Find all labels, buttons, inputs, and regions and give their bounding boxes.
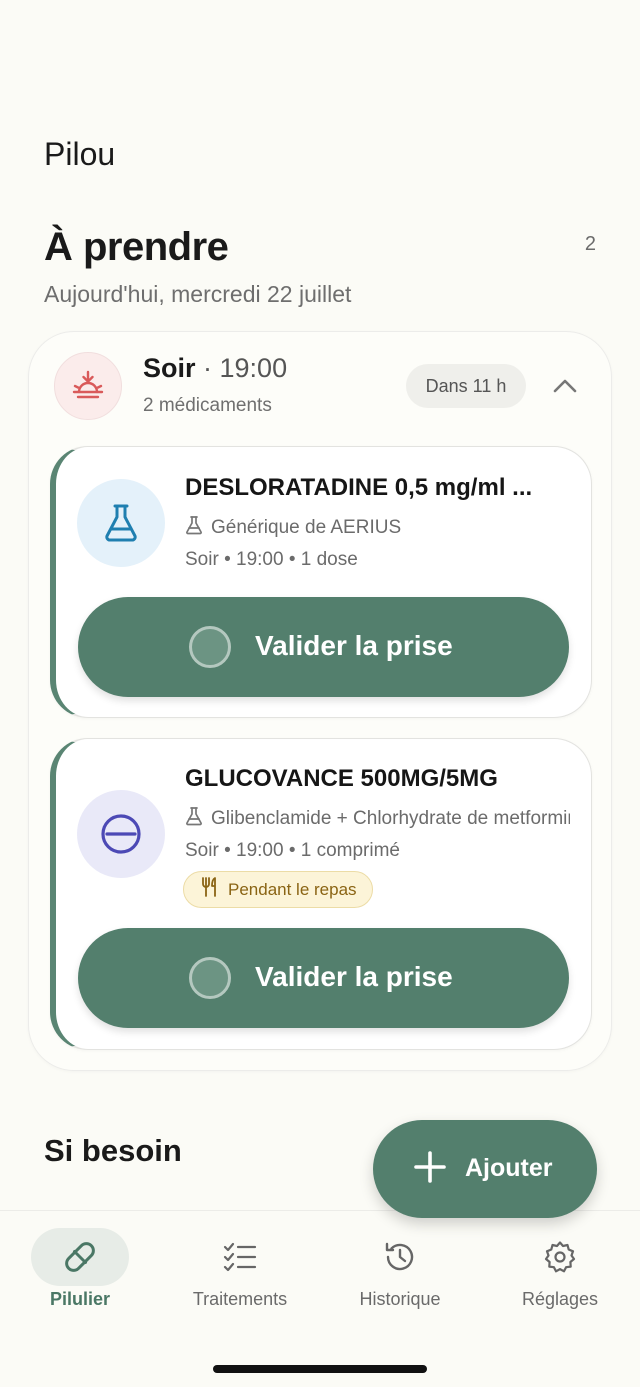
- nav-item-reglages[interactable]: Réglages: [480, 1228, 640, 1310]
- nav-label: Réglages: [521, 1289, 599, 1309]
- medication-generic: Générique de AERIUS: [185, 515, 570, 541]
- flask-small-icon: [185, 806, 203, 832]
- group-time: 19:00: [219, 353, 288, 383]
- flask-icon: [77, 479, 165, 567]
- group-separator: ·: [195, 353, 220, 383]
- nav-item-historique[interactable]: Historique: [320, 1228, 480, 1310]
- add-button[interactable]: Ajouter: [373, 1120, 597, 1218]
- flask-small-icon: [185, 515, 203, 541]
- section-count: 2: [584, 233, 596, 255]
- medication-detail: Soir • 19:00 • 1 comprimé: [185, 840, 401, 861]
- app-title: Pilou: [44, 136, 116, 172]
- checkbox-circle-icon: [189, 957, 231, 999]
- medication-name: GLUCOVANCE 500MG/5MG: [185, 765, 498, 792]
- pill-icon: [31, 1228, 129, 1286]
- medication-detail: Soir • 19:00 • 1 dose: [185, 549, 358, 570]
- fork-knife-icon: [200, 876, 220, 903]
- checklist-icon: [191, 1228, 289, 1286]
- medication-generic-text: Glibenclamide + Chlorhydrate de metformi…: [211, 808, 570, 829]
- pill-tablet-icon: [77, 790, 165, 878]
- time-remaining-badge: Dans 11 h: [406, 364, 526, 408]
- nav-label: Traitements: [192, 1289, 288, 1309]
- validate-dose-label: Valider la prise: [255, 961, 453, 992]
- gear-icon: [511, 1228, 609, 1286]
- plus-icon: [413, 1150, 447, 1184]
- as-needed-title: Si besoin: [44, 1133, 182, 1168]
- group-period: Soir: [143, 353, 196, 383]
- chevron-up-icon[interactable]: [549, 372, 581, 400]
- section-title: À prendre: [44, 225, 229, 269]
- validate-dose-button[interactable]: Valider la prise: [78, 597, 569, 697]
- validate-dose-button[interactable]: Valider la prise: [78, 928, 569, 1028]
- sunset-icon: [54, 352, 122, 420]
- medication-name: DESLORATADINE 0,5 mg/ml ...: [185, 474, 533, 501]
- meal-badge: Pendant le repas: [183, 871, 373, 908]
- group-title: Soir · 19:00: [143, 353, 287, 384]
- section-date: Aujourd'hui, mercredi 22 juillet: [44, 281, 352, 307]
- nav-label: Pilulier: [49, 1289, 111, 1309]
- validate-dose-label: Valider la prise: [255, 630, 453, 661]
- group-subtitle: 2 médicaments: [143, 395, 272, 416]
- checkbox-circle-icon: [189, 626, 231, 668]
- add-button-label: Ajouter: [465, 1154, 553, 1182]
- medication-generic-text: Générique de AERIUS: [211, 517, 402, 538]
- meal-badge-label: Pendant le repas: [228, 879, 357, 899]
- medication-generic: Glibenclamide + Chlorhydrate de metformi…: [185, 806, 570, 832]
- history-icon: [351, 1228, 449, 1286]
- home-indicator[interactable]: [213, 1365, 427, 1373]
- nav-label: Historique: [359, 1289, 441, 1309]
- nav-item-traitements[interactable]: Traitements: [160, 1228, 320, 1310]
- nav-item-pilulier[interactable]: Pilulier: [0, 1228, 160, 1310]
